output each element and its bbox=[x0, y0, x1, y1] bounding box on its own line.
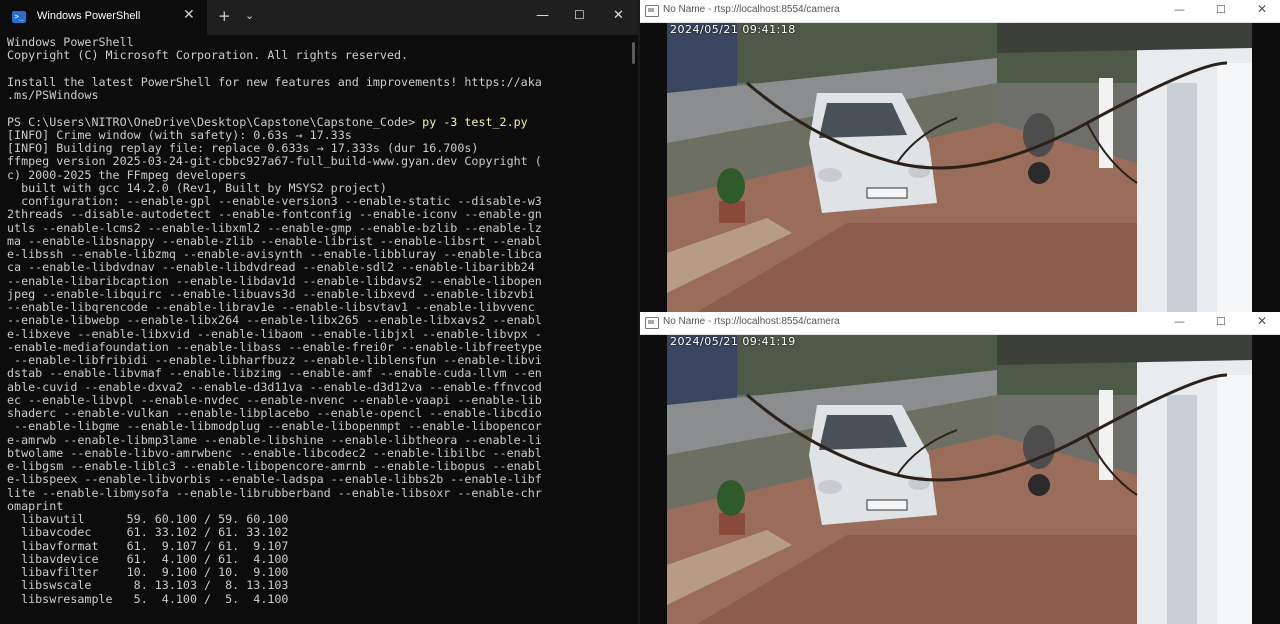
tab-title: Windows PowerShell bbox=[37, 10, 141, 22]
chevron-down-icon[interactable]: ⌄ bbox=[245, 9, 254, 22]
roof-overhang bbox=[997, 335, 1252, 365]
car-windshield bbox=[819, 415, 907, 450]
new-tab-button[interactable]: + bbox=[218, 7, 231, 25]
powershell-icon: >_ bbox=[12, 11, 26, 23]
scooter-wheel bbox=[1028, 162, 1050, 184]
minimize-button[interactable]: — bbox=[536, 8, 549, 23]
plant-pot bbox=[719, 513, 745, 535]
camera-window-1: No Name - rtsp://localhost:8554/camera —… bbox=[640, 0, 1280, 312]
car-headlight bbox=[818, 480, 842, 494]
letterbox-right bbox=[1252, 23, 1280, 312]
camera-window-2: No Name - rtsp://localhost:8554/camera —… bbox=[640, 312, 1280, 624]
letterbox-left bbox=[640, 335, 667, 624]
camera-titlebar: No Name - rtsp://localhost:8554/camera —… bbox=[640, 0, 1280, 23]
license-plate bbox=[866, 187, 908, 199]
camera-titlebar: No Name - rtsp://localhost:8554/camera —… bbox=[640, 312, 1280, 335]
video-window-icon bbox=[645, 5, 659, 17]
minimize-button[interactable]: — bbox=[1174, 3, 1185, 16]
close-button[interactable]: ✕ bbox=[613, 8, 624, 23]
camera-window-title: No Name - rtsp://localhost:8554/camera bbox=[663, 316, 840, 327]
maximize-button[interactable]: ☐ bbox=[574, 8, 585, 22]
video-timestamp: 2024/05/21 09:41:19 bbox=[670, 335, 796, 348]
building-column bbox=[1167, 395, 1197, 624]
potted-plant bbox=[717, 168, 745, 204]
camera-window-title: No Name - rtsp://localhost:8554/camera bbox=[663, 4, 840, 15]
close-button[interactable]: ✕ bbox=[1257, 314, 1267, 328]
maximize-button[interactable]: ☐ bbox=[1216, 3, 1226, 16]
roof-overhang bbox=[997, 23, 1252, 53]
video-timestamp: 2024/05/21 09:41:18 bbox=[670, 23, 796, 36]
scooter-wheel bbox=[1028, 474, 1050, 496]
car-headlight bbox=[818, 168, 842, 182]
camera-feed: 2024/05/21 09:41:19 bbox=[667, 335, 1252, 624]
minimize-button[interactable]: — bbox=[1174, 315, 1185, 328]
tab-windows-powershell[interactable]: >_ Windows PowerShell ✕ bbox=[0, 0, 207, 35]
letterbox-right bbox=[1252, 335, 1280, 624]
plant-pot bbox=[719, 201, 745, 223]
car-windshield bbox=[819, 103, 907, 138]
terminal-scrollbar[interactable] bbox=[632, 42, 635, 64]
camera-feed: 2024/05/21 09:41:18 bbox=[667, 23, 1252, 312]
video-window-icon bbox=[645, 317, 659, 329]
building-column bbox=[1167, 83, 1197, 312]
powershell-window: >_ Windows PowerShell ✕ + ⌄ — ☐ ✕ Window… bbox=[0, 0, 638, 624]
tab-close-icon[interactable]: ✕ bbox=[183, 7, 195, 23]
terminal-titlebar: >_ Windows PowerShell ✕ + ⌄ — ☐ ✕ bbox=[0, 0, 638, 35]
terminal-output[interactable]: Windows PowerShell Copyright (C) Microso… bbox=[7, 35, 622, 624]
typed-command: py -3 test_2.py bbox=[422, 114, 528, 129]
close-button[interactable]: ✕ bbox=[1257, 2, 1267, 16]
potted-plant bbox=[717, 480, 745, 516]
console-text: Windows PowerShell Copyright (C) Microso… bbox=[7, 35, 542, 606]
building-pillar bbox=[1217, 63, 1252, 312]
building-pillar bbox=[1217, 375, 1252, 624]
license-plate bbox=[866, 499, 908, 511]
maximize-button[interactable]: ☐ bbox=[1216, 315, 1226, 328]
letterbox-left bbox=[640, 23, 667, 312]
